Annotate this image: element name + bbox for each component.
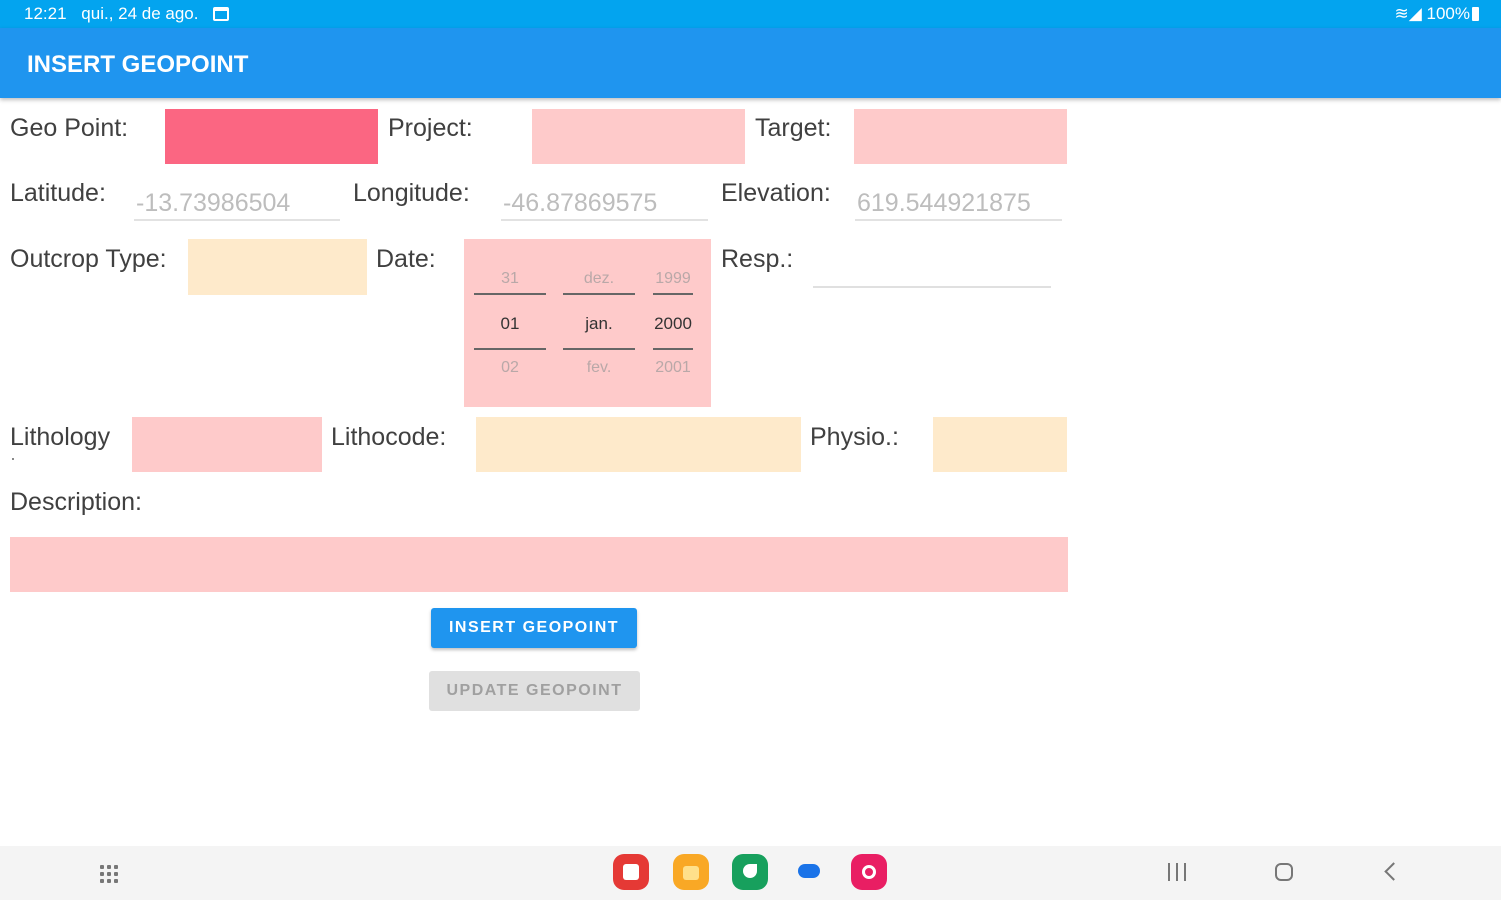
status-right: ≋◢ 100% [1394,4,1479,24]
status-bar: 12:21 qui., 24 de ago. ≋◢ 100% [0,0,1501,28]
lithocode-label: Lithocode: [331,423,447,451]
date-picker[interactable]: 31 01 02 dez. jan. fev. 1999 2000 2001 [464,239,711,407]
wheel-divider [653,348,693,350]
description-label: Description: [10,488,142,516]
year-next[interactable]: 2001 [653,359,693,377]
lithology-field[interactable] [132,417,322,472]
wheel-divider [653,293,693,295]
target-field[interactable] [854,109,1067,164]
description-field[interactable] [10,537,1068,592]
wheel-divider [474,348,546,350]
month-wheel[interactable]: dez. jan. fev. [563,239,635,407]
recent-apps-icon[interactable] [1167,863,1187,881]
elevation-input[interactable]: 619.544921875 [855,181,1062,221]
day-next[interactable]: 02 [474,359,546,377]
year-prev[interactable]: 1999 [653,270,693,288]
day-current[interactable]: 01 [474,314,546,334]
year-current[interactable]: 2000 [653,314,693,334]
wheel-divider [563,293,635,295]
outcrop-type-label: Outcrop Type: [10,245,167,273]
phone-app-icon[interactable] [732,854,768,890]
month-prev[interactable]: dez. [563,270,635,288]
update-geopoint-button[interactable]: UPDATE GEOPOINT [429,671,640,711]
longitude-input[interactable]: -46.87869575 [501,181,708,221]
resp-input[interactable] [813,249,1051,288]
latitude-label: Latitude: [10,179,106,207]
signal-icon: ◢ [1408,4,1422,23]
year-wheel[interactable]: 1999 2000 2001 [653,239,693,407]
app-bar: INSERT GEOPOINT [0,28,1501,98]
date-label: Date: [376,245,436,273]
wheel-divider [474,293,546,295]
project-field[interactable] [532,109,745,164]
project-label: Project: [388,114,473,142]
lithology-label-dot: · [10,448,16,468]
apps-grid-icon[interactable] [100,865,118,883]
month-next[interactable]: fev. [563,359,635,377]
target-label: Target: [755,114,832,142]
notes-app-icon[interactable] [613,854,649,890]
elevation-label: Elevation: [721,179,831,207]
wheel-divider [563,348,635,350]
physio-label: Physio.: [810,423,899,451]
lithology-label: Lithology [10,423,111,451]
day-prev[interactable]: 31 [474,270,546,288]
status-time: 12:21 [24,4,67,23]
month-current[interactable]: jan. [563,314,635,334]
physio-spinner[interactable] [933,417,1067,472]
battery-level: 100% [1426,4,1470,23]
page-title: INSERT GEOPOINT [27,51,249,78]
geo-point-field[interactable] [165,109,378,164]
day-wheel[interactable]: 31 01 02 [474,239,546,407]
status-date: qui., 24 de ago. [81,4,199,23]
files-app-icon[interactable] [673,854,709,890]
insert-geopoint-button[interactable]: INSERT GEOPOINT [431,608,637,648]
status-left: 12:21 qui., 24 de ago. [24,4,239,24]
latitude-input[interactable]: -13.73986504 [134,181,340,221]
wifi-icon: ≋ [1394,4,1409,23]
battery-icon [1472,7,1479,21]
back-icon[interactable] [1384,862,1403,881]
home-icon[interactable] [1275,863,1293,881]
outcrop-type-spinner[interactable] [188,239,367,295]
longitude-label: Longitude: [353,179,470,207]
screen-recorder-app-icon[interactable] [851,854,887,890]
messages-app-icon[interactable] [792,860,826,884]
navigation-bar [0,846,1501,900]
calendar-icon [213,7,230,21]
geo-point-label: Geo Point: [10,114,129,142]
resp-label: Resp.: [721,245,794,273]
lithocode-spinner[interactable] [476,417,801,472]
